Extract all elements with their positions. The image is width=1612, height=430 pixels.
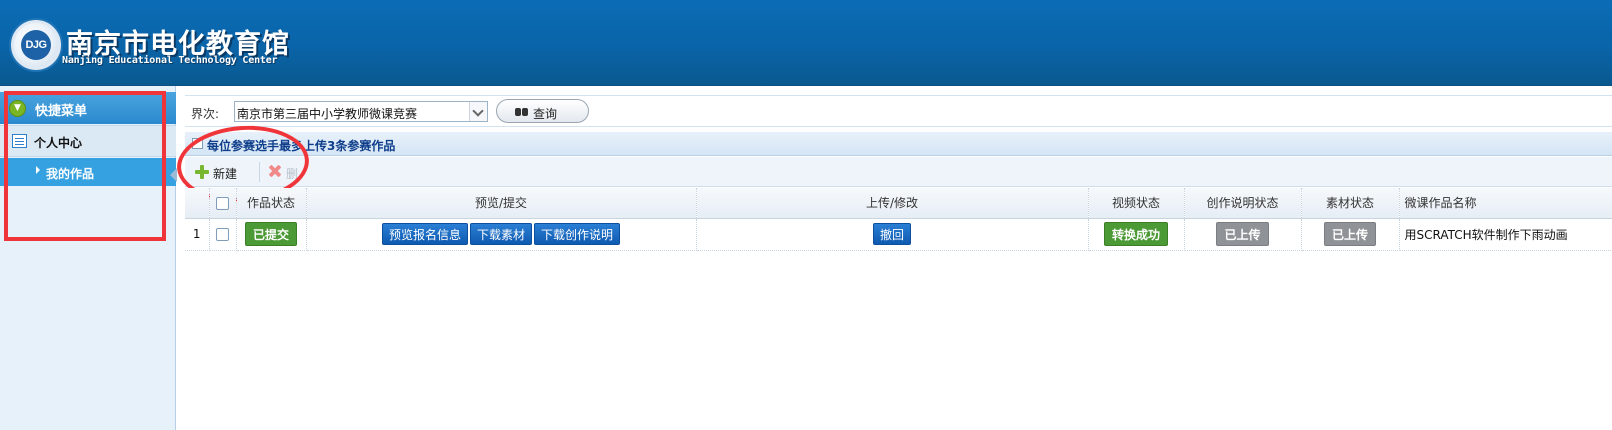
filter-bar: 界次: 南京市第三届中小学教师微课竞赛 查询 (185, 95, 1612, 127)
collapse-handle-icon[interactable] (170, 168, 177, 182)
app-header: DJG 南京市电化教育馆 Nanjing Educational Technol… (0, 0, 1612, 86)
column-header-desc-status[interactable]: 创作说明状态 (1184, 188, 1302, 219)
query-button-label: 查询 (533, 107, 558, 121)
logo: DJG (11, 20, 61, 70)
video-status-cell: 转换成功 (1088, 218, 1185, 251)
query-button[interactable]: 查询 (496, 99, 589, 123)
session-select-value: 南京市第三届中小学教师微课竞赛 (237, 107, 418, 121)
table-header-row: 作品状态 预览/提交 上传/修改 视频状态 创作说明状态 素材状态 微课作品名称 (185, 188, 1612, 219)
status-badge: 已提交 (244, 222, 297, 246)
chevron-down-icon (469, 102, 487, 121)
withdraw-button[interactable]: 撤回 (872, 223, 911, 245)
logo-mark: DJG (21, 30, 51, 60)
status-cell: 已提交 (236, 218, 307, 251)
work-name-cell: 用SCRATCH软件制作下雨动画 (1399, 218, 1612, 251)
row-number: 1 (185, 218, 210, 251)
select-all-checkbox[interactable] (216, 196, 229, 210)
column-header-upload[interactable]: 上传/修改 (696, 188, 1089, 219)
material-status-cell: 已上传 (1301, 218, 1400, 251)
material-status-badge: 已上传 (1323, 222, 1376, 246)
binoculars-icon (515, 106, 528, 117)
column-header-name[interactable]: 微课作品名称 (1399, 188, 1612, 219)
preview-cell: 预览报名信息 下载素材 下载创作说明 (306, 218, 697, 251)
table-row[interactable]: 1 已提交 预览报名信息 下载素材 下载创作说明 撤回 转换成功 已上传 已上传 用… (185, 218, 1612, 251)
annotation-red-rectangle (4, 91, 166, 241)
upload-cell: 撤回 (696, 218, 1089, 251)
video-status-badge: 转换成功 (1103, 222, 1168, 246)
row-checkbox[interactable] (216, 228, 229, 241)
notice-bar: 每位参赛选手最多上传3条参赛作品 (185, 132, 1612, 156)
desc-status-badge: 已上传 (1216, 222, 1269, 246)
session-label: 界次: (191, 107, 220, 121)
download-description-button[interactable]: 下载创作说明 (534, 223, 621, 245)
desc-status-cell: 已上传 (1184, 218, 1302, 251)
row-number-header (185, 188, 210, 219)
column-header-material-status[interactable]: 素材状态 (1301, 188, 1400, 219)
select-all-header (209, 188, 237, 219)
session-select[interactable]: 南京市第三届中小学教师微课竞赛 (234, 101, 488, 122)
column-header-video-status[interactable]: 视频状态 (1088, 188, 1185, 219)
preview-registration-button[interactable]: 预览报名信息 (381, 223, 468, 245)
column-header-preview[interactable]: 预览/提交 (306, 188, 697, 219)
column-header-status[interactable]: 作品状态 (236, 188, 307, 219)
works-table: 作品状态 预览/提交 上传/修改 视频状态 创作说明状态 素材状态 微课作品名称… (185, 188, 1612, 251)
site-subtitle: Nanjing Educational Technology Center (62, 55, 278, 66)
download-material-button[interactable]: 下载素材 (469, 223, 532, 245)
row-select-cell (209, 218, 237, 251)
toolbar: 新建 删 (185, 157, 1612, 187)
